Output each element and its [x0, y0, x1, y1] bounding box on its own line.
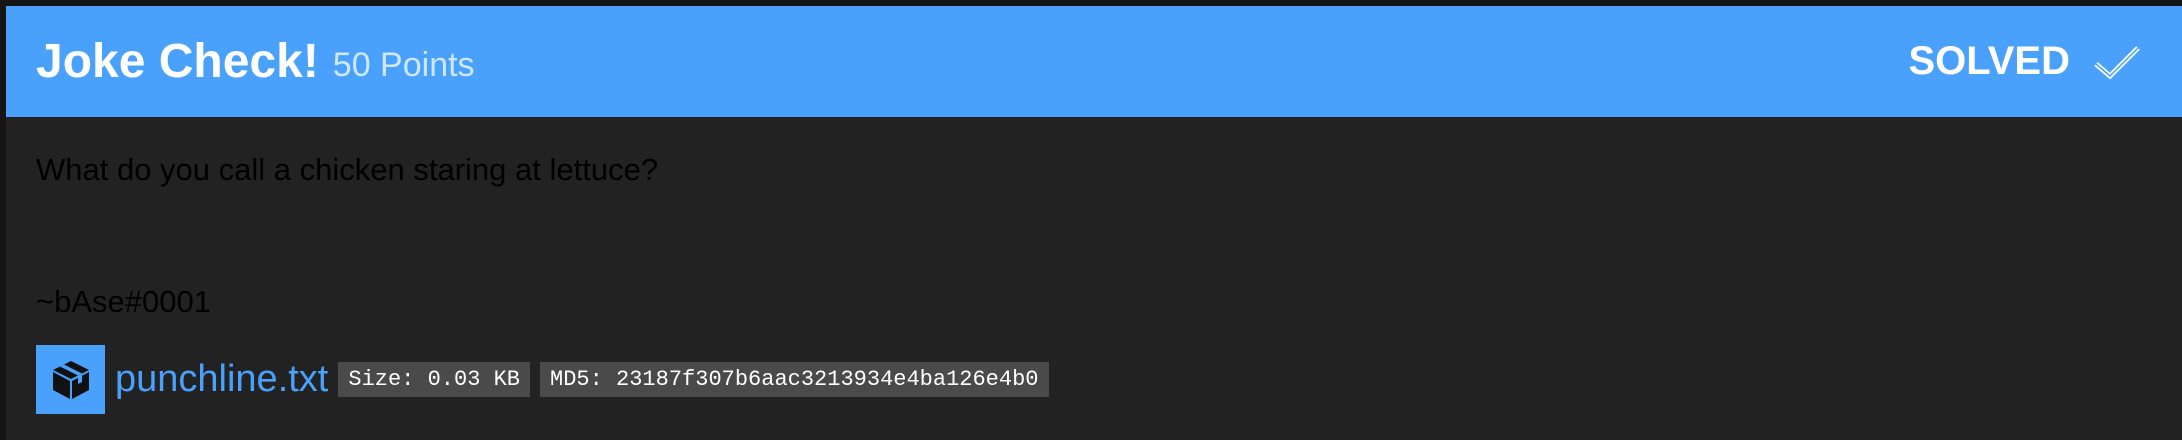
attachment-row: punchline.txt Size: 0.03 KB MD5: 23187f3…: [36, 345, 1049, 414]
challenge-card: Joke Check! 50 Points SOLVED What do you…: [6, 6, 2182, 440]
solved-label: SOLVED: [1908, 39, 2070, 83]
challenge-description: What do you call a chicken staring at le…: [36, 152, 659, 187]
challenge-header: Joke Check! 50 Points SOLVED: [6, 6, 2182, 117]
attachment-link[interactable]: punchline.txt: [115, 358, 328, 401]
solved-status: SOLVED: [1908, 6, 2142, 117]
challenge-title: Joke Check!: [36, 35, 319, 88]
challenge-points: 50 Points: [332, 46, 475, 84]
file-size-badge: Size: 0.03 KB: [338, 362, 531, 397]
file-md5-badge: MD5: 23187f307b6aac3213934e4ba126e4b0: [540, 362, 1049, 397]
challenge-author: ~bAse#0001: [36, 284, 211, 319]
challenge-title-group: Joke Check! 50 Points: [36, 6, 475, 117]
package-box-icon[interactable]: [36, 345, 105, 414]
checkmark-icon: [2092, 42, 2142, 82]
